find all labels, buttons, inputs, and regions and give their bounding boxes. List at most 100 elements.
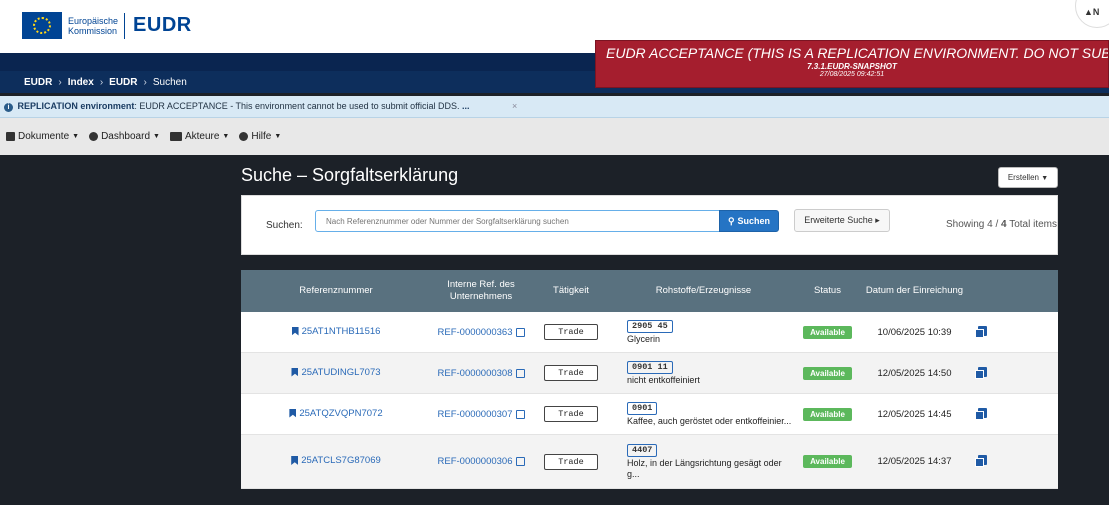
notification-button[interactable]: ▲N	[1075, 0, 1109, 28]
table-row: 25ATUDINGL7073 REF-0000000308 Trade 0901…	[241, 353, 1058, 394]
internal-ref-text: REF-0000000306	[437, 456, 513, 467]
col-header-status[interactable]: Status	[796, 285, 859, 297]
breadcrumb-eudr[interactable]: EUDR	[24, 77, 52, 88]
internal-ref-link[interactable]: REF-0000000363	[438, 327, 525, 338]
breadcrumb-index[interactable]: Index	[68, 77, 94, 88]
internal-ref-link[interactable]: REF-0000000306	[438, 456, 525, 467]
ref-link[interactable]: 25ATQZVQPN7072	[289, 408, 383, 419]
product-name: Glycerin	[627, 333, 661, 344]
status-cell: Available	[796, 455, 859, 468]
col-header-rohstoffe[interactable]: Rohstoffe/Erzeugnisse	[611, 285, 796, 297]
activity-cell: Trade	[531, 406, 611, 422]
ref-link[interactable]: 25ATUDINGL7073	[291, 366, 381, 378]
date-cell: 12/05/2025 14:50	[859, 368, 970, 379]
internal-ref-text: REF-0000000307	[437, 408, 513, 420]
date-cell: 12/05/2025 14:45	[859, 409, 970, 420]
page-title: Suche – Sorgfaltserklärung	[241, 165, 459, 185]
ref-cell: 25ATQZVQPN7072	[241, 408, 431, 421]
search-panel: Suchen: ⚲ Suchen Erweiterte Suche ▸ Show…	[241, 195, 1058, 255]
table-row: 25ATQZVQPN7072 REF-0000000307 Trade 0901…	[241, 394, 1058, 435]
status-badge: Available	[803, 407, 852, 421]
caret-down-icon: ▼	[72, 133, 80, 140]
menu-akteure[interactable]: Akteure ▼	[169, 131, 230, 142]
product-name: nicht entkoffeiniert	[627, 374, 700, 385]
internal-ref-text: REF-0000000308	[437, 367, 513, 379]
hs-code-badge: 0901 11	[627, 360, 673, 374]
table-row: 25AT1NTHB11516 REF-0000000363 Trade 2905…	[241, 312, 1058, 353]
logo-divider	[124, 12, 126, 39]
menu-dashboard[interactable]: Dashboard ▼	[89, 131, 160, 142]
breadcrumb-eudr-2[interactable]: EUDR	[109, 77, 137, 88]
bookmark-icon	[291, 456, 299, 465]
edit-icon[interactable]	[515, 327, 525, 337]
menu-label: Dokumente	[18, 131, 70, 142]
showing-suffix: Total items	[1009, 219, 1058, 230]
create-button[interactable]: Erstellen ▼	[998, 167, 1058, 188]
activity-badge: Trade	[544, 406, 598, 422]
col-header-interne-ref[interactable]: Interne Ref. des Unternehmens	[431, 279, 531, 303]
notification-label: N	[1092, 7, 1100, 17]
status-cell: Available	[796, 366, 859, 380]
bell-icon: ▲N	[1084, 7, 1100, 17]
ref-text: 25ATUDINGL7073	[301, 366, 381, 378]
ref-link[interactable]: 25AT1NTHB11516	[291, 325, 381, 337]
edit-icon[interactable]	[515, 457, 525, 466]
edit-icon[interactable]	[515, 409, 525, 419]
product-cell: 0901 11 nicht entkoffeiniert	[611, 360, 796, 386]
copy-icon[interactable]	[975, 407, 987, 420]
status-badge: Available	[803, 325, 852, 339]
breadcrumb-sep: ›	[58, 77, 62, 88]
env-date: 27/08/2025 09:42:51	[819, 71, 885, 78]
caret-down-icon: ▼	[274, 133, 282, 140]
caret-down-icon: ▼	[222, 133, 230, 140]
close-icon[interactable]: ×	[512, 101, 517, 111]
copy-icon[interactable]	[975, 366, 987, 379]
document-icon	[6, 132, 15, 141]
status-cell: Available	[796, 407, 859, 421]
search-button[interactable]: ⚲ Suchen	[719, 210, 779, 232]
advanced-search-button[interactable]: Erweiterte Suche ▸	[794, 209, 890, 232]
menu-hilfe[interactable]: Hilfe ▼	[239, 131, 281, 142]
info-message: : EUDR ACCEPTANCE - This environment can…	[134, 101, 460, 111]
app-name: EUDR	[133, 14, 192, 36]
actions-cell	[970, 325, 1058, 339]
info-bar: i REPLICATION environment: EUDR ACCEPTAN…	[0, 96, 1109, 118]
ec-logo[interactable]: Europäische Kommission EUDR	[22, 12, 192, 39]
col-header-referenznummer[interactable]: Referenznummer	[241, 285, 431, 297]
showing-prefix: Showing	[946, 219, 985, 230]
status-badge: Available	[803, 366, 852, 380]
eu-flag-icon	[22, 12, 62, 39]
actions-cell	[970, 407, 1058, 421]
logo-text: Europäische Kommission	[68, 16, 118, 36]
breadcrumb: EUDR › Index › EUDR › Suchen	[24, 77, 187, 88]
actions-cell	[970, 366, 1058, 380]
edit-icon[interactable]	[515, 368, 525, 378]
bookmark-icon	[291, 326, 299, 336]
search-label: Suchen:	[266, 220, 303, 231]
info-more-link[interactable]: ...	[462, 101, 470, 111]
search-input[interactable]	[315, 210, 720, 232]
menu-label: Hilfe	[251, 131, 272, 142]
hs-code-badge: 2905 45	[627, 319, 673, 333]
copy-icon[interactable]	[975, 455, 987, 467]
internal-ref-link[interactable]: REF-0000000308	[438, 368, 525, 379]
advanced-search-label: Erweiterte Suche	[804, 215, 873, 225]
date-cell: 10/06/2025 10:39	[859, 327, 970, 338]
submission-date: 10/06/2025 10:39	[877, 326, 952, 338]
search-button-label: Suchen	[737, 216, 771, 226]
ref-cell: 25ATCLS7G87069	[241, 455, 431, 468]
ref-text: 25AT1NTHB11516	[301, 325, 381, 337]
create-label: Erstellen	[1007, 173, 1039, 182]
results-table: Referenznummer Interne Ref. des Unterneh…	[241, 270, 1058, 489]
main-menu: Dokumente ▼ Dashboard ▼ Akteure ▼ Hilfe …	[0, 118, 1109, 155]
copy-icon[interactable]	[975, 325, 987, 338]
ref-link[interactable]: 25ATCLS7G87069	[291, 455, 381, 466]
breadcrumb-sep: ›	[99, 77, 104, 88]
col-header-datum[interactable]: Datum der Einreichung	[859, 285, 970, 297]
table-row: 25ATCLS7G87069 REF-0000000306 Trade 4407…	[241, 435, 1058, 489]
main-content: Suche – Sorgfaltserklärung Erstellen ▼ S…	[0, 155, 1109, 505]
menu-dokumente[interactable]: Dokumente ▼	[6, 131, 79, 142]
col-header-taetigkeit[interactable]: Tätigkeit	[531, 285, 611, 297]
activity-cell: Trade	[531, 365, 611, 381]
internal-ref-link[interactable]: REF-0000000307	[438, 409, 525, 420]
